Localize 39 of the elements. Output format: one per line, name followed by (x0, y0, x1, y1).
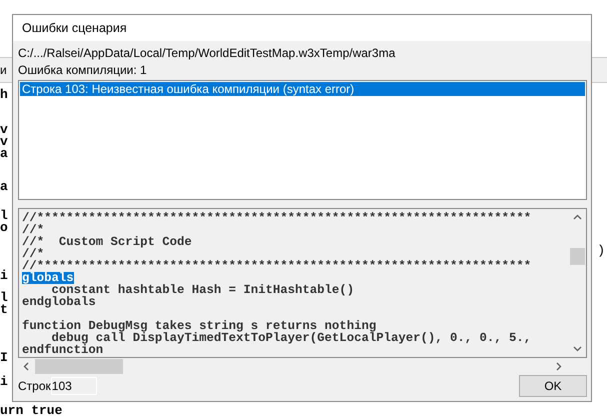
code-line: //* Custom Script Code (22, 236, 192, 248)
code-fragment: l (0, 292, 8, 304)
line-label: Строк (18, 379, 51, 393)
error-list[interactable]: Строка 103: Неизвестная ошибка компиляции (syntax error) (18, 80, 587, 200)
line-number-field[interactable]: 103 (50, 377, 97, 395)
code-line: function DebugMsg takes string s returns nothing (22, 320, 376, 332)
code-line: endfunction (22, 344, 104, 356)
ok-button[interactable]: OK (519, 375, 587, 397)
code-fragment: t (0, 304, 8, 316)
code-fragment: l (0, 210, 8, 222)
code-fragment: h (0, 89, 8, 101)
scroll-thumb[interactable] (35, 359, 123, 374)
code-fragment: I (0, 352, 8, 364)
code-fragment: urn true (0, 405, 62, 417)
code-line: constant hashtable Hash = InitHashtable() (52, 284, 354, 296)
code-fragment: ) (597, 243, 605, 258)
code-fragment: a (0, 181, 8, 193)
error-count: Ошибка компиляции: 1 (18, 62, 147, 79)
code-fragment: v (0, 136, 8, 148)
code-line: //******************************************************************* (22, 212, 532, 224)
code-fragment: o (0, 222, 8, 234)
file-path: C:/.../Ralsei/AppData/Local/Temp/WorldEditTestMap.w3xTemp/war3ma (18, 45, 396, 62)
scroll-right-icon[interactable] (554, 362, 563, 371)
scroll-down-icon[interactable] (573, 344, 582, 353)
window-title: Ошибки сценария (13, 15, 591, 41)
scroll-left-icon[interactable] (22, 362, 31, 371)
scroll-up-icon[interactable] (573, 213, 582, 222)
toolbar-label: и (0, 63, 7, 77)
code-line: //******************************************************************* (22, 260, 532, 272)
scroll-thumb[interactable] (570, 248, 585, 265)
code-fragment: a (0, 148, 8, 160)
code-line: endglobals (22, 296, 96, 308)
code-fragment: i (0, 376, 8, 388)
code-line: //* (22, 224, 44, 236)
code-line: //* (22, 248, 44, 260)
error-item[interactable]: Строка 103: Неизвестная ошибка компиляции (syntax error) (20, 82, 585, 96)
code-fragment: v (0, 124, 8, 136)
code-fragment: i (0, 270, 8, 282)
code-line: debug call DisplayTimedTextToPlayer(GetLocalPlayer(), 0., 0., 5., (52, 332, 532, 344)
